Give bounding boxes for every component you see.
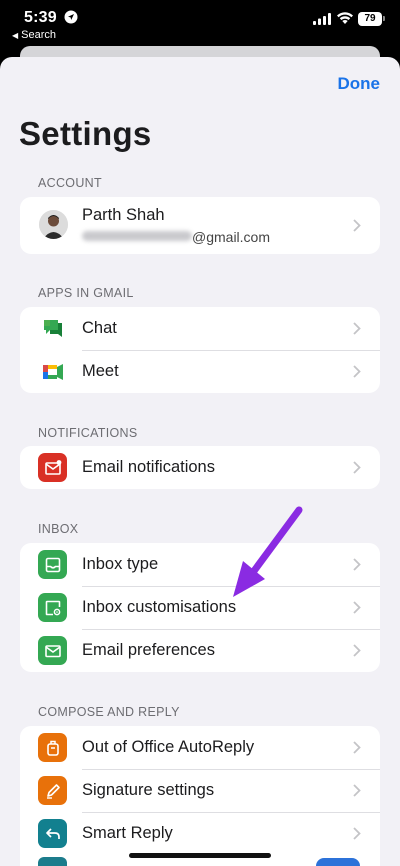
- compose-group: Out of Office AutoReply Signature settin…: [20, 726, 380, 866]
- settings-row-chat[interactable]: Chat: [20, 307, 380, 350]
- section-header-notifications: NOTIFICATIONS: [38, 426, 138, 440]
- settings-row-meet[interactable]: Meet: [20, 350, 380, 393]
- settings-row-inbox-type[interactable]: Inbox type: [20, 543, 380, 586]
- chevron-right-icon: [353, 365, 361, 378]
- chevron-right-icon: [353, 219, 361, 232]
- row-label: Email preferences: [82, 641, 215, 659]
- section-header-compose: COMPOSE AND REPLY: [38, 705, 180, 719]
- back-to-search-link[interactable]: ◀ Search: [12, 29, 56, 41]
- status-bar: 5:39 ◀ Search 79: [0, 0, 400, 46]
- account-group: Parth Shah @gmail.com: [20, 197, 380, 254]
- settings-row-email-notifications[interactable]: Email notifications: [20, 446, 380, 489]
- chevron-right-icon: [353, 644, 361, 657]
- settings-sheet: Done Settings ACCOUNT Parth Shah @gmail.…: [0, 57, 400, 866]
- row-label: Out of Office AutoReply: [82, 738, 255, 756]
- google-chat-icon: [38, 314, 67, 343]
- settings-row-email-preferences[interactable]: Email preferences: [20, 629, 380, 672]
- chevron-right-icon: [353, 461, 361, 474]
- cellular-signal-icon: [313, 13, 331, 25]
- battery-indicator: 79: [358, 12, 382, 26]
- section-header-apps: APPS IN GMAIL: [38, 286, 134, 300]
- reply-icon: [38, 819, 67, 848]
- chevron-right-icon: [353, 741, 361, 754]
- chevron-right-icon: [353, 784, 361, 797]
- home-indicator: [129, 853, 271, 858]
- row-label: Smart Reply: [82, 824, 173, 842]
- row-label: Chat: [82, 319, 117, 337]
- row-label: Inbox type: [82, 555, 159, 573]
- section-header-inbox: INBOX: [38, 522, 79, 536]
- section-header-account: ACCOUNT: [38, 176, 102, 190]
- status-time: 5:39: [24, 9, 57, 26]
- done-button[interactable]: Done: [338, 74, 381, 94]
- google-meet-icon: [38, 357, 67, 386]
- battery-tip: [383, 16, 385, 21]
- settings-row-out-of-office[interactable]: Out of Office AutoReply: [20, 726, 380, 769]
- page-title: Settings: [19, 115, 152, 152]
- pen-icon: [38, 776, 67, 805]
- row-label: Signature settings: [82, 781, 215, 799]
- back-arrow-icon: ◀: [12, 31, 19, 40]
- next-row-icon-peek: [38, 857, 67, 866]
- inbox-group: Inbox type Inbox customisations Email pr…: [20, 543, 380, 672]
- inbox-settings-icon: [38, 593, 67, 622]
- mail-badge-icon: [38, 453, 67, 482]
- location-icon: [64, 10, 78, 24]
- annotation-arrow: [233, 506, 303, 597]
- envelope-icon: [38, 636, 67, 665]
- row-label: Meet: [82, 362, 119, 380]
- settings-row-signature[interactable]: Signature settings: [20, 769, 380, 812]
- chevron-right-icon: [353, 601, 361, 614]
- toggle-peek: [316, 858, 360, 866]
- inbox-tray-icon: [38, 550, 67, 579]
- back-label: Search: [21, 29, 57, 41]
- settings-row-smart-reply[interactable]: Smart Reply: [20, 812, 380, 855]
- row-label: Inbox customisations: [82, 598, 237, 616]
- apps-group: Chat Meet: [20, 307, 380, 393]
- avatar: [39, 210, 68, 239]
- notifications-group: Email notifications: [20, 446, 380, 489]
- row-label: Email notifications: [82, 458, 215, 476]
- account-email: @gmail.com: [192, 229, 271, 245]
- suitcase-icon: [38, 733, 67, 762]
- account-row[interactable]: Parth Shah @gmail.com: [20, 197, 380, 254]
- settings-row-inbox-customisations[interactable]: Inbox customisations: [20, 586, 380, 629]
- account-name: Parth Shah: [82, 206, 165, 224]
- account-email-redacted: [82, 231, 192, 241]
- chevron-right-icon: [353, 827, 361, 840]
- chevron-right-icon: [353, 322, 361, 335]
- wifi-icon: [337, 12, 353, 24]
- chevron-right-icon: [353, 558, 361, 571]
